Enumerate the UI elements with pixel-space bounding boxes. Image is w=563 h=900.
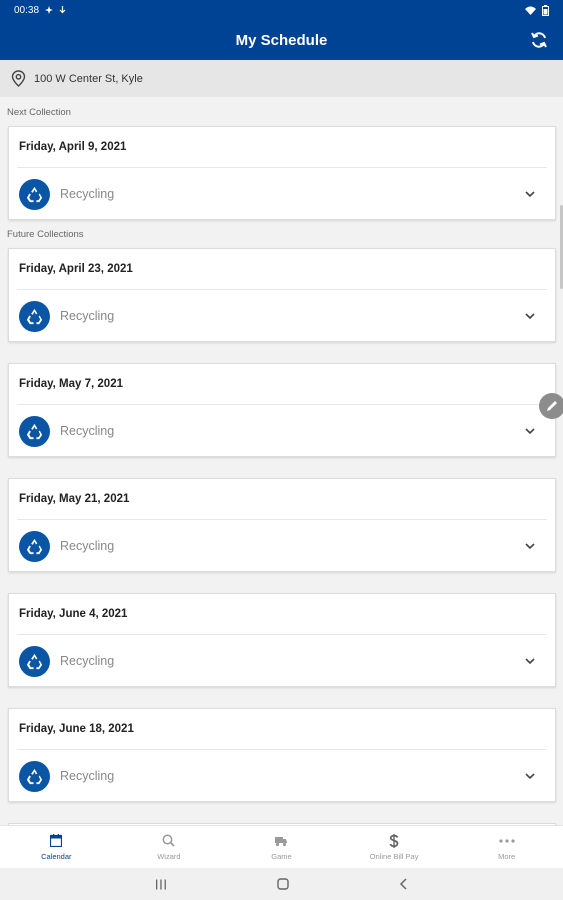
edit-button[interactable] [539, 393, 563, 419]
collection-date: Friday, April 23, 2021 [19, 263, 133, 275]
nav-calendar[interactable]: Calendar [0, 826, 113, 868]
pencil-icon [547, 401, 557, 411]
bottom-nav: Calendar Wizard Game Online Bill Pay Mor… [0, 825, 563, 868]
search-icon [162, 834, 175, 847]
collection-date: Friday, May 21, 2021 [19, 493, 130, 505]
collection-type: Recycling [60, 539, 115, 553]
chevron-down-icon[interactable] [523, 654, 537, 668]
collection-card[interactable]: Friday, April 23, 2021 Recycling [8, 248, 556, 342]
download-icon [59, 6, 66, 14]
status-bar: 00:38 [0, 0, 563, 20]
recycling-icon [26, 538, 43, 554]
recycling-icon [26, 308, 43, 324]
nav-more-label: More [498, 851, 516, 861]
chevron-down-icon[interactable] [523, 539, 537, 553]
notification-icon [45, 6, 54, 14]
dollar-icon [389, 833, 399, 848]
next-collection-label: Next Collection [7, 107, 71, 118]
address-bar[interactable]: 100 W Center St, Kyle [0, 60, 563, 97]
recycling-badge [19, 645, 50, 677]
future-collections-label: Future Collections [7, 229, 84, 240]
calendar-icon [50, 834, 63, 847]
divider [17, 289, 547, 290]
collection-row[interactable]: Recycling [19, 530, 547, 562]
chevron-down-icon[interactable] [523, 769, 537, 783]
nav-wizard-label: Wizard [157, 851, 181, 861]
refresh-button[interactable] [527, 28, 551, 52]
collection-type: Recycling [60, 769, 115, 783]
collection-date: Friday, May 7, 2021 [19, 378, 123, 390]
battery-icon [542, 4, 549, 16]
status-time: 00:38 [14, 4, 40, 16]
collection-row[interactable]: Recycling [19, 178, 547, 210]
recycling-icon [26, 423, 43, 439]
home-icon[interactable] [277, 878, 289, 890]
system-nav-bar [0, 868, 563, 900]
refresh-icon [531, 32, 547, 48]
recycling-badge [19, 415, 50, 447]
app-bar: My Schedule [0, 20, 563, 60]
collection-card[interactable]: Friday, June 4, 2021 Recycling [8, 593, 556, 687]
schedule-list[interactable]: Next Collection Friday, April 9, 2021 Re… [0, 97, 563, 825]
nav-wizard[interactable]: Wizard [113, 826, 226, 868]
collection-card[interactable]: Friday, May 21, 2021 Recycling [8, 478, 556, 572]
chevron-down-icon[interactable] [523, 424, 537, 438]
recycling-badge [19, 300, 50, 332]
collection-date: Friday, June 18, 2021 [19, 723, 134, 735]
chevron-down-icon[interactable] [523, 187, 537, 201]
nav-calendar-label: Calendar [41, 851, 72, 861]
nav-bill-pay-label: Online Bill Pay [369, 851, 419, 861]
collection-type: Recycling [60, 424, 115, 438]
chevron-down-icon[interactable] [523, 309, 537, 323]
nav-game[interactable]: Game [225, 826, 338, 868]
more-icon [499, 838, 515, 843]
collection-row[interactable]: Recycling [19, 415, 547, 447]
divider [17, 519, 547, 520]
divider [17, 404, 547, 405]
collection-date: Friday, June 4, 2021 [19, 608, 128, 620]
recent-apps-icon[interactable] [155, 879, 167, 890]
nav-game-label: Game [271, 851, 292, 861]
divider [17, 167, 547, 168]
back-icon[interactable] [399, 878, 408, 890]
collection-row[interactable]: Recycling [19, 645, 547, 677]
truck-icon [275, 837, 288, 847]
nav-online-bill-pay[interactable]: Online Bill Pay [338, 826, 451, 868]
nav-more[interactable]: More [450, 826, 563, 868]
page-title: My Schedule [235, 31, 328, 49]
collection-row[interactable]: Recycling [19, 300, 547, 332]
collection-card[interactable]: Friday, June 18, 2021 Recycling [8, 708, 556, 802]
collection-card[interactable]: Friday, April 9, 2021 Recycling [8, 126, 556, 220]
recycling-icon [26, 768, 43, 784]
location-pin-icon [11, 70, 26, 87]
divider [17, 749, 547, 750]
address-text: 100 W Center St, Kyle [34, 72, 143, 85]
recycling-badge [19, 760, 50, 792]
collection-type: Recycling [60, 187, 115, 201]
recycling-icon [26, 653, 43, 669]
collection-type: Recycling [60, 309, 115, 323]
collection-date: Friday, April 9, 2021 [19, 141, 127, 153]
divider [17, 634, 547, 635]
collection-type: Recycling [60, 654, 115, 668]
recycling-icon [26, 186, 43, 202]
recycling-badge [19, 178, 50, 210]
collection-row[interactable]: Recycling [19, 760, 547, 792]
collection-card[interactable]: Friday, May 7, 2021 Recycling [8, 363, 556, 457]
recycling-badge [19, 530, 50, 562]
wifi-icon [525, 6, 536, 15]
